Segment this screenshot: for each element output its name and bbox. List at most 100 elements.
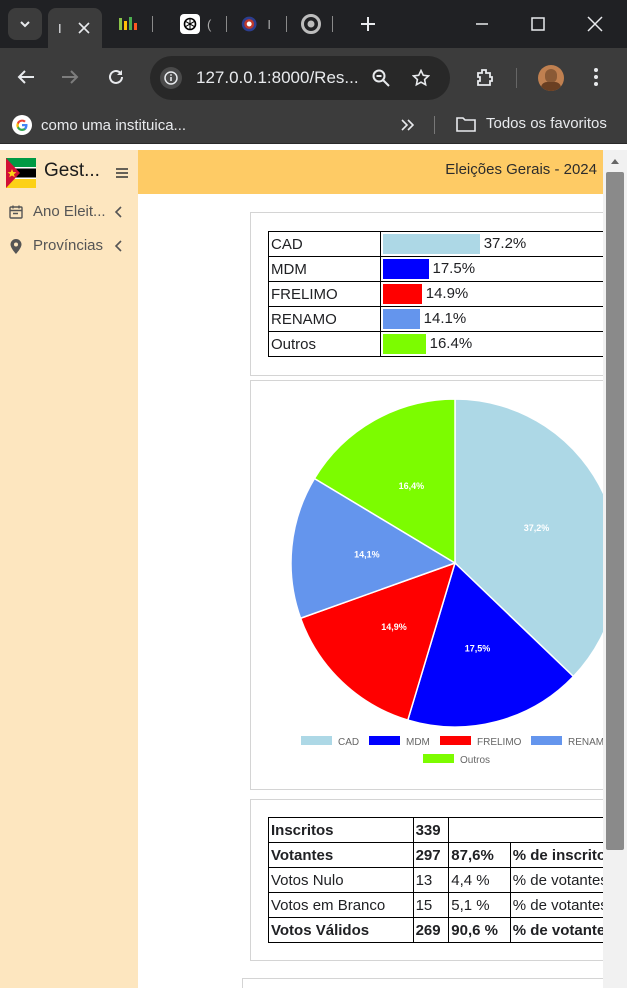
address-text[interactable]: 127.0.0.1:8000/Res... bbox=[196, 68, 359, 88]
legend-swatch[interactable] bbox=[301, 736, 332, 745]
slice-label: 17,5% bbox=[465, 644, 491, 654]
scroll-up-icon[interactable] bbox=[611, 158, 619, 164]
pie-chart: 37,2% 17,5% 14,9% 14,1% 16,4% CAD MDM FRELIMO RE… bbox=[290, 398, 603, 766]
percentage-bar bbox=[383, 309, 420, 329]
legend-swatch[interactable] bbox=[423, 754, 454, 763]
scrollbar-thumb[interactable] bbox=[606, 172, 624, 850]
stats-value: 15 bbox=[412, 892, 450, 918]
tab-5[interactable] bbox=[301, 8, 331, 40]
site-info-icon[interactable] bbox=[160, 67, 182, 89]
page-viewport: Gest... Ano Eleit... Províncias Eleições… bbox=[0, 150, 603, 988]
forward-button[interactable] bbox=[58, 65, 82, 89]
top-header: Eleições Gerais - 2024 bbox=[138, 150, 603, 194]
legend-swatch[interactable] bbox=[369, 736, 400, 745]
chevron-left-icon bbox=[114, 206, 122, 218]
percentage-label: 16.4% bbox=[429, 334, 473, 352]
legend-label[interactable]: FRELIMO bbox=[477, 737, 522, 748]
all-bookmarks-label: Todos os favoritos bbox=[486, 115, 607, 132]
stats-value: 13 bbox=[412, 867, 450, 893]
all-bookmarks-folder[interactable]: Todos os favoritos bbox=[456, 115, 607, 132]
plus-icon bbox=[361, 17, 375, 31]
party-bar-cell: 37.2% bbox=[380, 231, 603, 257]
result-row: MDM 17.5% bbox=[268, 256, 603, 282]
chatgpt-icon bbox=[180, 14, 200, 34]
legend-label[interactable]: CAD bbox=[338, 737, 359, 748]
party-bar-cell: 16.4% bbox=[380, 331, 603, 357]
tab-3[interactable]: ( bbox=[180, 8, 220, 40]
legend-label[interactable]: MDM bbox=[406, 737, 430, 748]
tab-2[interactable] bbox=[118, 8, 140, 40]
tab-4[interactable]: I bbox=[241, 8, 271, 40]
stats-value: 297 bbox=[412, 842, 450, 868]
next-card bbox=[242, 978, 603, 988]
percentage-label: 14.9% bbox=[425, 284, 469, 302]
stats-value: 269 bbox=[412, 917, 450, 943]
party-name: CAD bbox=[268, 231, 381, 257]
page-title: Eleições Gerais - 2024 bbox=[445, 161, 597, 178]
stats-row: Votos Nulo 13 4,4 %% de votantes bbox=[268, 867, 603, 893]
stats-ref: % de votantes bbox=[509, 917, 603, 943]
close-icon[interactable] bbox=[78, 22, 90, 34]
new-tab-button[interactable] bbox=[356, 12, 380, 36]
site-favicon-icon bbox=[119, 17, 137, 30]
arrow-left-icon bbox=[17, 70, 34, 84]
stats-pct bbox=[448, 817, 603, 843]
address-bar[interactable]: 127.0.0.1:8000/Res... bbox=[150, 56, 450, 100]
chevron-down-icon bbox=[20, 21, 30, 28]
minimize-button[interactable] bbox=[470, 12, 494, 36]
party-name: FRELIMO bbox=[268, 281, 381, 307]
legend-label[interactable]: Outros bbox=[460, 755, 490, 766]
stats-row: Votantes29787,6%% de inscritos bbox=[268, 842, 603, 868]
bookmark-item[interactable]: como uma instituica... bbox=[12, 115, 186, 135]
result-row: Outros 16.4% bbox=[268, 331, 603, 357]
party-name: Outros bbox=[268, 331, 381, 357]
close-window-button[interactable] bbox=[583, 12, 607, 36]
result-row: FRELIMO 14.9% bbox=[268, 281, 603, 307]
sidebar-item-provincias[interactable]: Províncias bbox=[0, 232, 138, 262]
party-name: MDM bbox=[268, 256, 381, 282]
tab-search-button[interactable] bbox=[8, 8, 42, 40]
stats-label: Votos Nulo bbox=[268, 867, 414, 893]
zoom-icon[interactable] bbox=[370, 67, 392, 89]
stats-pct: 90,6 % bbox=[448, 917, 511, 943]
map-pin-icon bbox=[10, 239, 22, 254]
sidebar-item-label: Províncias bbox=[33, 237, 104, 254]
sidebar-item-label: Ano Eleit... bbox=[33, 203, 106, 220]
tab-title: I bbox=[58, 20, 62, 36]
extensions-icon[interactable] bbox=[473, 65, 497, 89]
stats-card: Inscritos 339 Votantes 297 87,6%% de inscrit… bbox=[250, 799, 603, 961]
stats-label: Votantes bbox=[268, 842, 414, 868]
sidebar: Gest... Ano Eleit... Províncias bbox=[0, 150, 138, 988]
legend-label[interactable]: RENAMO bbox=[568, 737, 603, 748]
legend-swatch[interactable] bbox=[440, 736, 471, 745]
seal-icon bbox=[241, 16, 257, 32]
bookmark-star-icon[interactable] bbox=[410, 67, 432, 89]
percentage-bar bbox=[383, 234, 480, 254]
stats-ref: % de inscritos bbox=[509, 842, 603, 868]
menu-kebab-icon[interactable] bbox=[586, 65, 606, 89]
legend-swatch[interactable] bbox=[531, 736, 562, 745]
calendar-icon bbox=[9, 205, 23, 219]
result-row: CAD 37.2% bbox=[268, 231, 603, 257]
results-card: CAD 37.2% MDM 17.5% FRELIMO 14.9% RENAMO 14.1% O… bbox=[250, 212, 603, 376]
results-table: CAD 37.2% MDM 17.5% FRELIMO 14.9% RENAMO 14.1% O… bbox=[268, 231, 603, 357]
party-bar-cell: 14.9% bbox=[380, 281, 603, 307]
reload-button[interactable] bbox=[104, 65, 128, 89]
slice-label: 14,1% bbox=[354, 549, 380, 559]
party-name: RENAMO bbox=[268, 306, 381, 332]
hamburger-menu-button[interactable] bbox=[114, 166, 130, 180]
tab-active[interactable]: I bbox=[48, 8, 102, 48]
profile-avatar[interactable] bbox=[538, 65, 564, 91]
percentage-bar bbox=[383, 259, 429, 279]
percentage-bar bbox=[383, 334, 426, 354]
back-button[interactable] bbox=[14, 65, 38, 89]
stats-pct: 87,6% bbox=[448, 842, 511, 868]
percentage-bar bbox=[383, 284, 422, 304]
brand-name[interactable]: Gest... bbox=[44, 160, 100, 182]
chart-card: 37,2% 17,5% 14,9% 14,1% 16,4% CAD MDM FRELIMO RE… bbox=[250, 380, 603, 790]
more-bookmarks-icon[interactable] bbox=[398, 115, 416, 135]
sidebar-item-ano-eleitoral[interactable]: Ano Eleit... bbox=[0, 198, 138, 228]
scrollbar[interactable] bbox=[603, 150, 627, 988]
stats-ref: % de votantes bbox=[509, 867, 603, 893]
maximize-button[interactable] bbox=[526, 12, 550, 36]
